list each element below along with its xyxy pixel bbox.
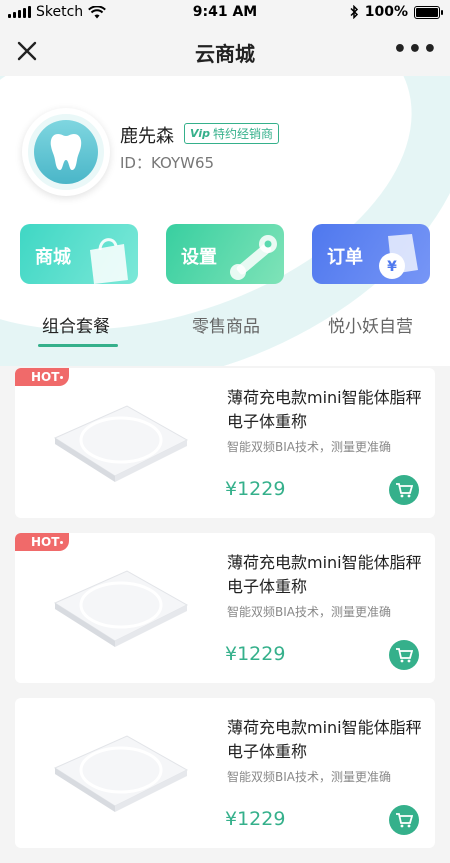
tab-indicator [38,344,118,347]
product-image [53,405,189,482]
add-to-cart-button[interactable] [389,805,419,835]
cart-icon [396,483,413,498]
nav-bar: 云商城 ••• [0,26,450,76]
page-title: 云商城 [195,42,255,66]
quick-actions: 商城 设置 订单 ¥ [20,224,430,286]
tab-self-operated[interactable]: 悦小妖自营 [328,312,413,337]
product-list: HOT 薄荷充电款mini智能体脂秤电子体重称 智能双频BIA技术，测量更准确 … [15,368,435,863]
product-description: 智能双频BIA技术，测量更准确 [227,605,391,619]
product-tabs: 组合套餐 零售商品 悦小妖自营 [0,312,450,352]
product-price: ¥1229 [225,808,286,830]
product-price: ¥1229 [225,643,286,665]
hot-badge: HOT [15,368,70,386]
product-card[interactable]: HOT 薄荷充电款mini智能体脂秤电子体重称 智能双频BIA技术，测量更准确 … [15,533,435,683]
product-name[interactable]: 薄荷充电款mini智能体脂秤电子体重称 [227,551,427,599]
dealer-badge: Vip 特约经销商 [184,123,279,144]
add-to-cart-button[interactable] [389,640,419,670]
battery-fill [416,7,438,17]
tab-combo[interactable]: 组合套餐 [42,312,110,337]
product-description: 智能双频BIA技术，测量更准确 [227,440,391,454]
battery-icon [414,5,443,19]
tooth-icon [50,134,82,170]
user-name: 鹿先森 [120,126,174,147]
shopping-bag-icon [90,238,128,284]
bluetooth-icon [350,5,358,19]
badge-label: 特约经销商 [212,127,273,141]
product-name[interactable]: 薄荷充电款mini智能体脂秤电子体重称 [227,386,427,434]
avatar[interactable] [22,108,110,196]
settings-button[interactable]: 设置 [166,224,284,284]
product-image [53,735,189,812]
wrench-icon [230,235,277,280]
settings-label: 设置 [181,247,217,268]
mall-label: 商城 [35,247,71,268]
mall-button[interactable]: 商城 [20,224,138,284]
cart-icon [396,648,413,663]
order-yen-icon: ¥ [379,234,418,279]
svg-text:¥: ¥ [387,259,397,275]
cart-icon [396,813,413,828]
product-description: 智能双频BIA技术，测量更准确 [227,770,391,784]
product-price: ¥1229 [225,478,286,500]
profile-header: 鹿先森 Vip 特约经销商 ID：KOYW65 商城 设置 订单 ¥ 组合套餐 … [0,76,450,366]
product-card[interactable]: HOT 薄荷充电款mini智能体脂秤电子体重称 智能双频BIA技术，测量更准确 … [15,368,435,518]
user-id: ID：KOYW65 [120,154,215,172]
status-bar: Sketch 9:41 AM 100% [0,0,450,26]
orders-button[interactable]: 订单 ¥ [312,224,430,284]
add-to-cart-button[interactable] [389,475,419,505]
product-name[interactable]: 薄荷充电款mini智能体脂秤电子体重称 [227,716,427,764]
product-card[interactable]: 薄荷充电款mini智能体脂秤电子体重称 智能双频BIA技术，测量更准确 ¥122… [15,698,435,848]
more-icon[interactable]: ••• [393,39,438,61]
orders-label: 订单 [327,247,363,268]
battery-percent: 100% [364,4,408,20]
vip-icon: Vip [190,127,210,140]
tab-retail[interactable]: 零售商品 [192,312,260,337]
product-image [53,570,189,647]
hot-badge: HOT [15,533,70,551]
